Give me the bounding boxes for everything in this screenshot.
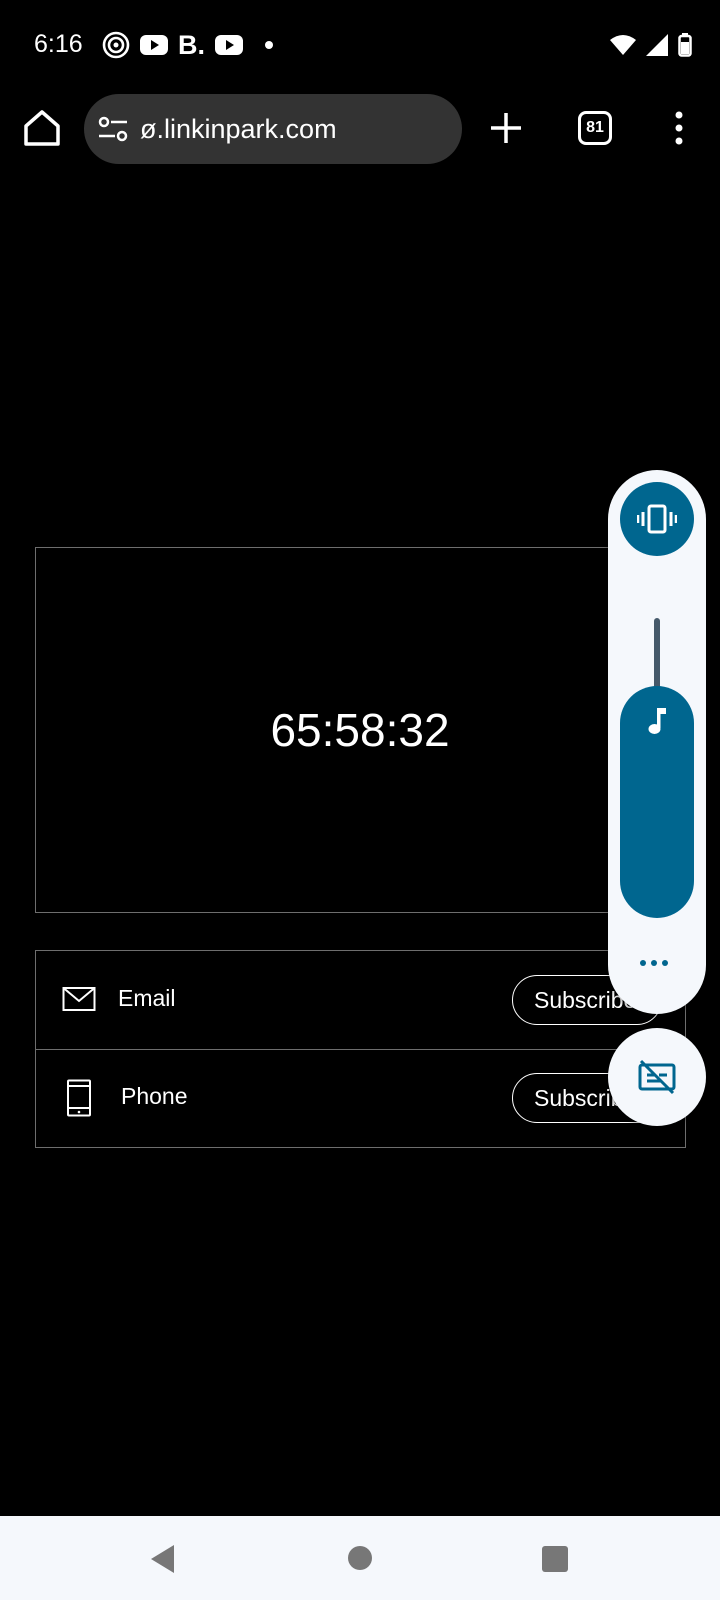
volume-slider-fill[interactable] <box>620 686 694 918</box>
subscribe-label-email: Email <box>118 985 176 1011</box>
brand-b-icon: B. <box>178 30 205 60</box>
ringer-mode-button[interactable] <box>620 482 694 556</box>
signal-icon <box>646 34 668 56</box>
notification-dot <box>265 41 273 49</box>
phone-icon <box>67 1079 91 1117</box>
new-tab-icon[interactable] <box>486 108 526 148</box>
captions-off-icon <box>638 1059 676 1095</box>
status-bar: 6:16 B. <box>0 0 720 90</box>
navigation-bar <box>0 1516 720 1600</box>
youtube-icon <box>140 35 168 55</box>
countdown-timer: 65:58:32 <box>270 704 450 756</box>
subscribe-row-email: Email Subscribe <box>36 951 685 1050</box>
back-icon[interactable] <box>150 1544 176 1574</box>
recents-icon[interactable] <box>542 1546 568 1572</box>
threads-icon <box>102 31 130 59</box>
more-vert-icon[interactable] <box>664 106 694 150</box>
home-circle-icon[interactable] <box>348 1546 372 1570</box>
subscribe-label-phone: Phone <box>121 1083 188 1109</box>
browser-toolbar: ø.linkinpark.com 81 <box>0 90 720 170</box>
youtube-icon <box>215 35 243 55</box>
more-horiz-icon[interactable] <box>640 960 668 966</box>
volume-panel <box>608 470 706 1014</box>
status-time: 6:16 <box>34 30 83 58</box>
site-settings-icon[interactable] <box>98 115 128 143</box>
tab-switcher-button[interactable]: 81 <box>578 111 612 145</box>
screen: 6:16 B. ø.linkinpark.com 81 65:58:32 Ema… <box>0 0 720 1600</box>
battery-icon <box>678 33 692 57</box>
notification-icons: B. <box>102 30 273 60</box>
url-bar[interactable]: ø.linkinpark.com <box>84 94 462 164</box>
live-caption-button[interactable] <box>608 1028 706 1126</box>
music-note-icon <box>648 708 666 734</box>
system-icons <box>610 30 692 60</box>
vibrate-icon <box>637 504 677 534</box>
mail-icon <box>62 987 96 1011</box>
subscribe-row-phone: Phone Subscribe <box>36 1049 685 1147</box>
subscribe-list: Email Subscribe Phone Subscribe <box>35 950 686 1148</box>
wifi-icon <box>610 35 636 55</box>
countdown-panel: 65:58:32 <box>35 547 685 913</box>
url-text: ø.linkinpark.com <box>140 114 337 144</box>
home-icon[interactable] <box>20 106 64 150</box>
